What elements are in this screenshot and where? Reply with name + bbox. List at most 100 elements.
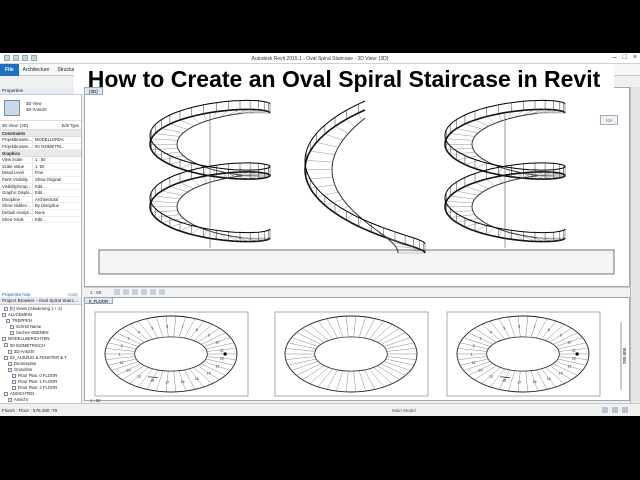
property-value[interactable]: 1 : 50 — [32, 157, 81, 163]
property-name: Default Analys... — [2, 209, 32, 215]
tab-architecture[interactable]: Architecture — [19, 67, 54, 73]
property-row[interactable]: View Scale 1 : 50 — [0, 157, 81, 164]
step-number: 4 — [490, 331, 492, 335]
property-value[interactable]: Show Original — [32, 176, 81, 183]
property-value[interactable]: Edit... — [32, 190, 81, 196]
browser-item-label: TREPPEN — [12, 318, 32, 324]
tab-3d-view[interactable]: {3D} — [84, 87, 103, 95]
stair-tread — [169, 158, 188, 165]
property-row[interactable]: Show Grids Edit... — [0, 216, 81, 224]
workset-label[interactable]: Main Model — [392, 408, 416, 413]
plan-tread-line — [536, 318, 548, 339]
property-value[interactable]: None — [32, 209, 81, 216]
vertical-scrollbar[interactable] — [630, 87, 640, 403]
project-browser: Project Browser - Oval Spiral Stairc... … — [0, 297, 82, 403]
selection-filter-icon[interactable] — [602, 407, 608, 413]
stair-tread — [324, 133, 343, 141]
stair-tread — [486, 227, 495, 235]
view-node-icon — [6, 319, 10, 324]
stair-tread — [464, 186, 483, 193]
plan-view-canvas[interactable]: 1 2 3 4 5 6 7 8 9 10 11 12 13 14 15 16 17 18 19 20 21 123456… — [84, 297, 630, 401]
3d-view-canvas[interactable] — [84, 87, 630, 287]
step-number: 15 — [195, 377, 199, 381]
close-icon[interactable]: × — [633, 54, 637, 61]
browser-item-label: 00 ISOMETRISCH — [10, 342, 45, 348]
stair-tread — [155, 133, 180, 137]
browser-item-label: 02_AUSZUG & FENSTER & T — [10, 354, 67, 360]
file-tab[interactable]: File — [0, 63, 19, 76]
crop-view-icon[interactable] — [150, 289, 156, 295]
property-name: Show Hidden ... — [2, 203, 32, 209]
stair-tread — [474, 119, 489, 127]
plan-tread-line — [336, 316, 344, 338]
stair-tread — [464, 221, 483, 228]
step-number: 1 — [119, 353, 121, 357]
property-name: View Scale — [2, 157, 23, 163]
step-number: 12 — [572, 357, 576, 361]
property-value[interactable]: Edit... — [32, 216, 81, 223]
property-row[interactable]: Graphic Displa... Edit... — [0, 190, 81, 197]
step-number: 19 — [489, 375, 493, 379]
sun-path-icon[interactable] — [132, 289, 138, 295]
property-value[interactable]: Architectural — [32, 196, 81, 203]
property-value[interactable]: By Discipline — [32, 203, 81, 209]
view-node-icon — [12, 373, 16, 378]
stair-tread — [316, 142, 339, 148]
instance-selector[interactable]: 3D View: {3D} Edit Type — [0, 121, 81, 130]
property-row[interactable]: Show Hidden ... By Discipline — [0, 203, 81, 210]
property-row[interactable]: Scale Value 1: 50 — [0, 163, 81, 171]
property-row[interactable]: Discipline Architectural — [0, 196, 81, 204]
maximize-icon[interactable]: □ — [623, 54, 627, 61]
plan-tread-line — [111, 361, 139, 371]
minimize-icon[interactable]: – — [613, 54, 617, 61]
visual-style-icon[interactable] — [123, 289, 129, 295]
stair-tread — [358, 112, 362, 121]
properties-palette: Properties 3D View 3D-Ansicht 3D View: {… — [0, 87, 82, 297]
oval-plan-right: 12345 6 789101112131415161718192021 — [456, 315, 590, 393]
view-node-icon — [10, 325, 14, 330]
viewcube-icon[interactable]: TOP — [600, 115, 618, 125]
stair-tread — [446, 138, 473, 141]
group-graphics[interactable]: Graphics — [0, 150, 81, 158]
property-name: Scale Value — [2, 163, 25, 169]
property-row[interactable]: Detail Level Fine — [0, 170, 81, 177]
plan-tread-line — [373, 367, 393, 384]
browser-item-label: Grundriss — [14, 366, 33, 372]
browser-item-label: Floor Plan: 0 FLOOR — [18, 373, 58, 379]
3d-view-scale[interactable]: 1 : 50 — [90, 290, 101, 295]
plan-tread-line — [184, 318, 196, 339]
property-value[interactable]: Fine — [32, 170, 81, 176]
property-row[interactable]: Visibility/Grap... Edit... — [0, 183, 81, 191]
plan-tread-line — [353, 371, 357, 392]
group-constraints[interactable]: Constraints — [0, 130, 81, 137]
shadows-icon[interactable] — [141, 289, 147, 295]
stair-tread — [450, 195, 475, 200]
edit-type-button[interactable]: Edit Type — [62, 121, 79, 129]
stair-tread — [334, 126, 349, 134]
property-value[interactable]: MODELLERDA — [32, 137, 81, 143]
property-row[interactable]: Parts Visibility Show Original — [0, 176, 81, 184]
oval-stair-left — [149, 99, 271, 248]
property-row[interactable]: Projektbrowse... MODELLERDA — [0, 137, 81, 144]
step-number: 17 — [165, 381, 169, 385]
property-value[interactable]: 1: 50 — [32, 163, 81, 170]
select-links-icon[interactable] — [612, 407, 618, 413]
temporary-hide-icon[interactable] — [159, 289, 165, 295]
plan-tread-line — [385, 358, 415, 366]
detail-level-icon[interactable] — [114, 289, 120, 295]
type-selector[interactable]: 3D View 3D-Ansicht — [0, 95, 81, 121]
filter-icon[interactable] — [622, 407, 628, 413]
view-node-icon — [2, 337, 6, 342]
tab-plan-view[interactable]: 0_FLOOR — [84, 297, 114, 304]
step-number: 21 — [472, 361, 476, 365]
plan-tread-line — [377, 328, 400, 343]
plan-tread-line — [358, 370, 366, 392]
stair-tread — [464, 123, 483, 130]
plan-tread-line — [285, 348, 316, 352]
property-row[interactable]: Default Analys... None — [0, 209, 81, 217]
stair-tread — [203, 167, 207, 175]
browser-tree: [0] Views (Gliederung 1 + 2) ALLGEMEIN TRE… — [0, 305, 81, 403]
property-value[interactable]: Edit... — [32, 183, 81, 190]
property-row[interactable]: Projektbrowse... 00 ISOMETRI... — [0, 143, 81, 151]
property-value[interactable]: 00 ISOMETRI... — [32, 143, 81, 150]
